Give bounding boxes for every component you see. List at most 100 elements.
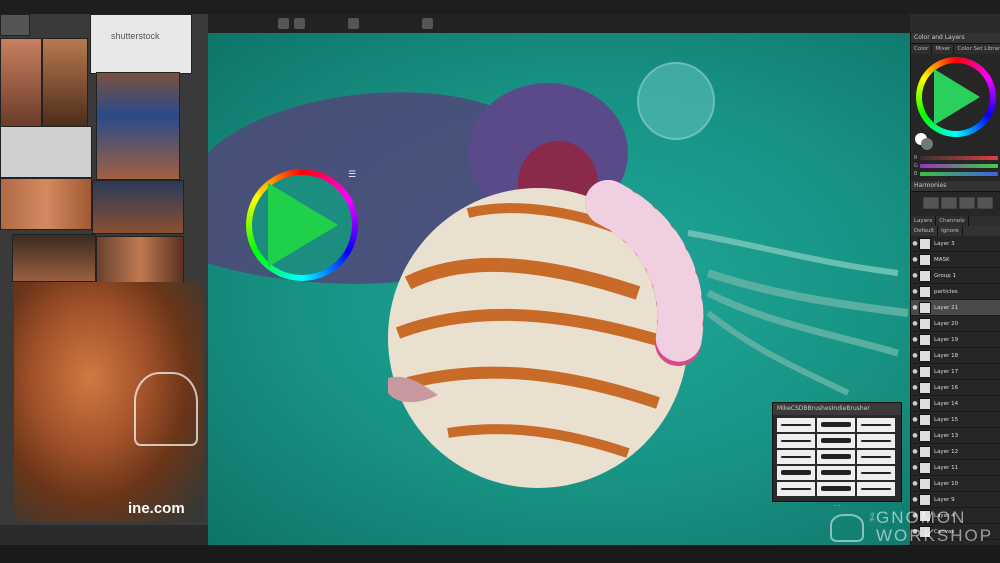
tab-layers[interactable]: Layers bbox=[911, 216, 937, 226]
layer-row[interactable]: ● Layer 18 bbox=[911, 348, 1000, 364]
visibility-eye-icon[interactable]: ● bbox=[911, 368, 919, 375]
reference-thumbnail[interactable] bbox=[12, 234, 96, 282]
harmony-swatch[interactable] bbox=[923, 197, 939, 209]
watermark-line2: WORKSHOP bbox=[876, 526, 994, 545]
visibility-eye-icon[interactable]: ● bbox=[911, 336, 919, 343]
reference-thumbnail[interactable] bbox=[96, 72, 180, 180]
visibility-eye-icon[interactable]: ● bbox=[911, 448, 919, 455]
layer-name: particles bbox=[934, 288, 958, 295]
visibility-eye-icon[interactable]: ● bbox=[911, 464, 919, 471]
layer-row[interactable]: ● Layer 19 bbox=[911, 332, 1000, 348]
visibility-eye-icon[interactable]: ● bbox=[911, 432, 919, 439]
visibility-eye-icon[interactable]: ● bbox=[911, 496, 919, 503]
brush-preset[interactable] bbox=[777, 434, 815, 448]
layer-row[interactable]: ● Layer 13 bbox=[911, 428, 1000, 444]
tab-channels[interactable]: Channels bbox=[936, 216, 969, 226]
reference-thumbnail[interactable]: shutterstock bbox=[90, 14, 192, 74]
layer-name: Layer 19 bbox=[934, 336, 959, 343]
harmony-swatch[interactable] bbox=[959, 197, 975, 209]
green-slider[interactable]: G bbox=[914, 163, 998, 169]
primary-color-swatch[interactable] bbox=[921, 138, 933, 150]
layer-name: Layer 3 bbox=[934, 240, 955, 247]
layer-row[interactable]: ● Layer 15 bbox=[911, 412, 1000, 428]
reference-thumbnail[interactable] bbox=[96, 236, 184, 284]
reference-thumbnail[interactable] bbox=[0, 178, 92, 230]
tab-mixer[interactable]: Mixer bbox=[932, 44, 955, 54]
brush-preset[interactable] bbox=[777, 418, 815, 432]
layer-row[interactable]: ● Layer 21 bbox=[911, 300, 1000, 316]
layer-thumbnail bbox=[919, 237, 931, 250]
layer-row[interactable]: ● Group 1 bbox=[911, 268, 1000, 284]
brush-preset[interactable] bbox=[777, 466, 815, 480]
harmony-swatch[interactable] bbox=[977, 197, 993, 209]
brush-preset[interactable] bbox=[857, 450, 895, 464]
brush-preset[interactable] bbox=[817, 482, 855, 496]
layer-name: Layer 20 bbox=[934, 320, 959, 327]
visibility-eye-icon[interactable]: ● bbox=[911, 416, 919, 423]
layer-row[interactable]: ● MASK bbox=[911, 252, 1000, 268]
layer-row[interactable]: ● Layer 17 bbox=[911, 364, 1000, 380]
hamburger-icon[interactable]: ☰ bbox=[348, 170, 356, 180]
reference-watermark: shutterstock bbox=[111, 31, 160, 41]
tool-icon[interactable] bbox=[422, 18, 433, 29]
layer-row[interactable]: ● Layer 10 bbox=[911, 476, 1000, 492]
blue-slider[interactable]: B bbox=[914, 171, 998, 177]
tool-icon[interactable] bbox=[348, 18, 359, 29]
brush-preset[interactable] bbox=[857, 466, 895, 480]
layers-list: ● Layer 3 ● MASK ● Group 1 ● particles ● Layer 21… bbox=[911, 236, 1000, 540]
layer-row[interactable]: ● Layer 12 bbox=[911, 444, 1000, 460]
tool-icon[interactable] bbox=[294, 18, 305, 29]
reference-thumbnail[interactable] bbox=[0, 14, 30, 36]
visibility-eye-icon[interactable]: ● bbox=[911, 400, 919, 407]
status-bar bbox=[0, 545, 1000, 563]
layer-row[interactable]: ● Layer 20 bbox=[911, 316, 1000, 332]
layer-row[interactable]: ● Layer 14 bbox=[911, 396, 1000, 412]
brush-preset[interactable] bbox=[857, 418, 895, 432]
red-slider[interactable]: R bbox=[914, 155, 998, 161]
reference-board[interactable]: shutterstock ine.com bbox=[0, 14, 208, 525]
opacity-option[interactable]: Ignore bbox=[938, 226, 963, 236]
brush-preset[interactable] bbox=[817, 418, 855, 432]
panel-color-triangle[interactable] bbox=[934, 69, 980, 125]
reference-image-large[interactable]: ine.com bbox=[14, 282, 204, 522]
panel-color-wheel[interactable] bbox=[916, 57, 996, 137]
layer-row[interactable]: ● Layer 11 bbox=[911, 460, 1000, 476]
brush-preset[interactable] bbox=[817, 434, 855, 448]
layer-name: Layer 10 bbox=[934, 480, 959, 487]
layer-thumbnail bbox=[919, 477, 931, 490]
layer-row[interactable]: ● Layer 16 bbox=[911, 380, 1000, 396]
color-triangle-picker[interactable] bbox=[268, 183, 338, 267]
layer-row[interactable]: ● particles bbox=[911, 284, 1000, 300]
tool-icon[interactable] bbox=[278, 18, 289, 29]
brush-preset[interactable] bbox=[857, 482, 895, 496]
reference-thumbnail[interactable] bbox=[0, 126, 92, 178]
reference-thumbnail[interactable] bbox=[92, 180, 184, 234]
visibility-eye-icon[interactable]: ● bbox=[911, 304, 919, 311]
canvas-color-wheel[interactable] bbox=[246, 169, 358, 281]
visibility-eye-icon[interactable]: ● bbox=[911, 480, 919, 487]
harmony-swatch[interactable] bbox=[941, 197, 957, 209]
visibility-eye-icon[interactable]: ● bbox=[911, 288, 919, 295]
brush-library-panel[interactable]: MikeCSDBBrushesIndieBrusher ... bbox=[772, 402, 902, 508]
color-tabs: Color Mixer Color Set Libraries bbox=[911, 44, 1000, 54]
brush-preset[interactable] bbox=[777, 450, 815, 464]
blend-mode-select[interactable]: Default bbox=[911, 226, 939, 236]
layer-thumbnail bbox=[919, 445, 931, 458]
visibility-eye-icon[interactable]: ● bbox=[911, 352, 919, 359]
brush-preset[interactable] bbox=[817, 466, 855, 480]
layer-name: Layer 17 bbox=[934, 368, 959, 375]
brush-preset[interactable] bbox=[857, 434, 895, 448]
gnomon-workshop-watermark: THE GNOMON WORKSHOP bbox=[826, 506, 996, 546]
layer-row[interactable]: ● Layer 3 bbox=[911, 236, 1000, 252]
visibility-eye-icon[interactable]: ● bbox=[911, 320, 919, 327]
visibility-eye-icon[interactable]: ● bbox=[911, 240, 919, 247]
tab-color[interactable]: Color bbox=[911, 44, 933, 54]
brush-preset[interactable] bbox=[777, 482, 815, 496]
brush-preset[interactable] bbox=[817, 450, 855, 464]
visibility-eye-icon[interactable]: ● bbox=[911, 256, 919, 263]
brush-panel-title: MikeCSDBBrushesIndieBrusher bbox=[773, 403, 901, 415]
tab-color-set-libraries[interactable]: Color Set Libraries bbox=[954, 44, 1000, 54]
visibility-eye-icon[interactable]: ● bbox=[911, 272, 919, 279]
visibility-eye-icon[interactable]: ● bbox=[911, 384, 919, 391]
harmonies-swatches[interactable] bbox=[911, 192, 1000, 214]
